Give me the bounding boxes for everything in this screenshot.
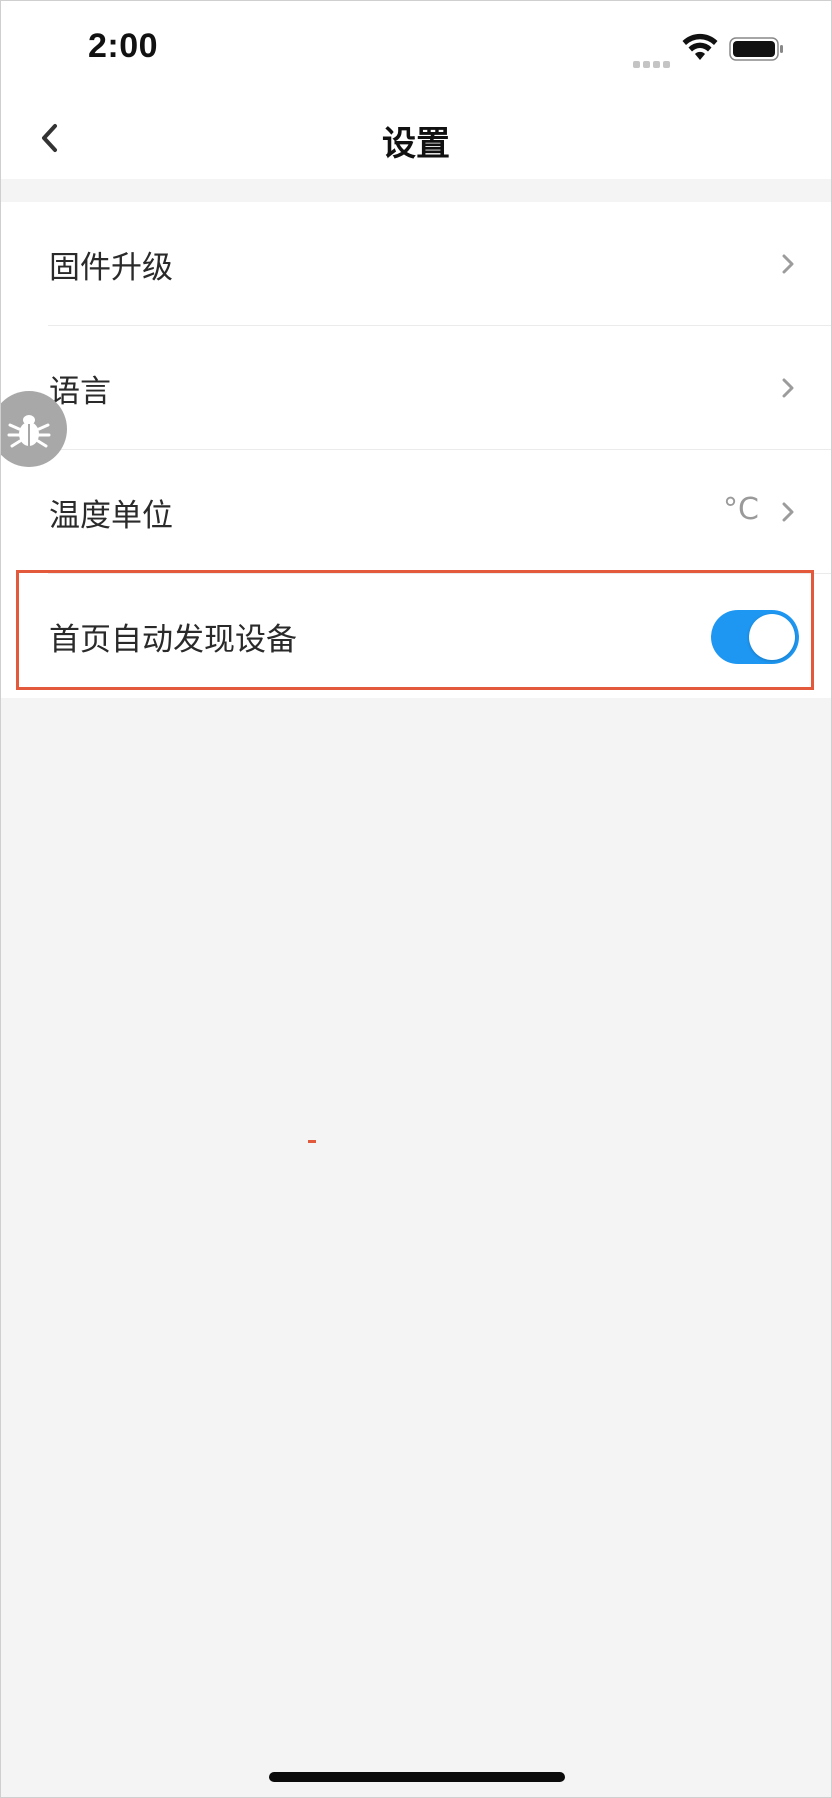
status-bar: 2:00 xyxy=(1,1,831,96)
chevron-right-icon xyxy=(782,254,794,274)
stray-mark xyxy=(308,1140,316,1143)
status-time: 2:00 xyxy=(88,27,159,65)
home-indicator xyxy=(269,1772,565,1782)
settings-screen: 2:00 设置 固件升级 语言 温度单位 °C 首页自动发现设备 xyxy=(0,0,832,1798)
settings-item-language[interactable]: 语言 xyxy=(1,326,831,450)
settings-item-label: 固件升级 xyxy=(49,250,173,286)
auto-discover-toggle[interactable] xyxy=(711,610,799,664)
chevron-right-icon xyxy=(782,502,794,522)
temperature-unit-value: °C xyxy=(723,492,759,527)
wifi-icon xyxy=(682,33,718,60)
settings-item-label: 温度单位 xyxy=(49,498,173,534)
battery-icon xyxy=(729,37,783,61)
settings-list: 固件升级 语言 温度单位 °C 首页自动发现设备 xyxy=(1,202,831,698)
navigation-bar: 设置 xyxy=(1,96,831,179)
settings-item-firmware-upgrade[interactable]: 固件升级 xyxy=(1,202,831,326)
page-title: 设置 xyxy=(382,124,450,164)
settings-item-auto-discover-devices: 首页自动发现设备 xyxy=(1,574,831,698)
settings-item-label: 首页自动发现设备 xyxy=(49,622,297,658)
chevron-right-icon xyxy=(782,378,794,398)
bug-icon xyxy=(7,415,51,448)
settings-item-temperature-unit[interactable]: 温度单位 °C xyxy=(1,450,831,574)
cellular-signal-icon xyxy=(633,53,675,68)
toggle-knob xyxy=(749,614,795,660)
